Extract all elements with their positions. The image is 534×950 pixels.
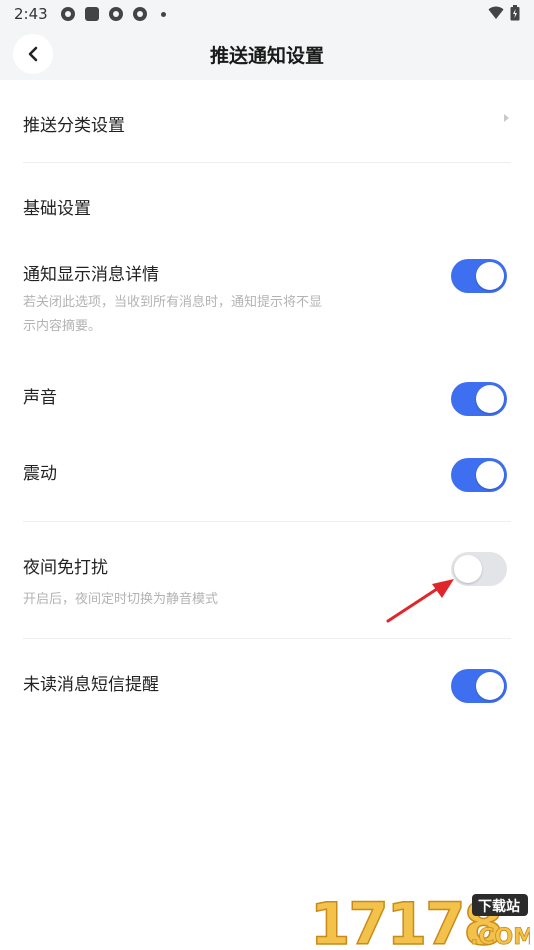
notify-detail-row: 通知显示消息详情 若关闭此选项，当收到所有消息时，通知提示将不显示内容摘要。 <box>23 260 511 339</box>
notification-app-icon-2 <box>109 7 123 21</box>
more-notifications-dot <box>161 12 166 17</box>
toggle-knob <box>476 385 504 413</box>
vibrate-label: 震动 <box>23 464 57 484</box>
toggle-knob <box>476 461 504 489</box>
page-header: 推送通知设置 <box>0 28 534 80</box>
site-watermark-logo: 17178 下载站 .COM <box>310 889 530 948</box>
unread-sms-label: 未读消息短信提醒 <box>23 675 159 695</box>
toggle-knob <box>476 262 504 290</box>
toggle-knob <box>476 672 504 700</box>
wifi-icon <box>488 6 504 19</box>
unread-sms-toggle[interactable] <box>451 669 507 703</box>
notify-detail-toggle[interactable] <box>451 259 507 293</box>
section-title-basic: 基础设置 <box>23 199 91 219</box>
chevron-right-icon <box>504 114 509 122</box>
notification-square-icon <box>85 7 99 21</box>
divider <box>23 521 511 522</box>
divider <box>23 638 511 639</box>
sound-label: 声音 <box>23 388 57 408</box>
battery-icon <box>510 5 520 21</box>
svg-text:.COM: .COM <box>470 925 530 948</box>
svg-text:下载站: 下载站 <box>478 898 520 915</box>
notify-detail-label: 通知显示消息详情 <box>23 265 159 285</box>
notification-app-icon <box>61 7 75 21</box>
page-title: 推送通知设置 <box>209 45 324 67</box>
notify-detail-description: 若关闭此选项，当收到所有消息时，通知提示将不显示内容摘要。 <box>23 295 323 334</box>
sound-row: 声音 <box>23 383 511 408</box>
unread-sms-row: 未读消息短信提醒 <box>23 670 511 695</box>
vibrate-row: 震动 <box>23 459 511 484</box>
status-time: 2:43 <box>14 5 48 23</box>
sound-toggle[interactable] <box>451 382 507 416</box>
status-bar: 2:43 <box>0 0 534 28</box>
divider <box>23 162 511 163</box>
push-category-row[interactable]: 推送分类设置 <box>23 111 511 151</box>
vibrate-toggle[interactable] <box>451 458 507 492</box>
annotation-arrow-icon <box>386 579 454 623</box>
notification-app-icon-3 <box>133 7 147 21</box>
push-category-label: 推送分类设置 <box>23 116 125 136</box>
night-dnd-description: 开启后，夜间定时切换为静音模式 <box>23 592 219 607</box>
